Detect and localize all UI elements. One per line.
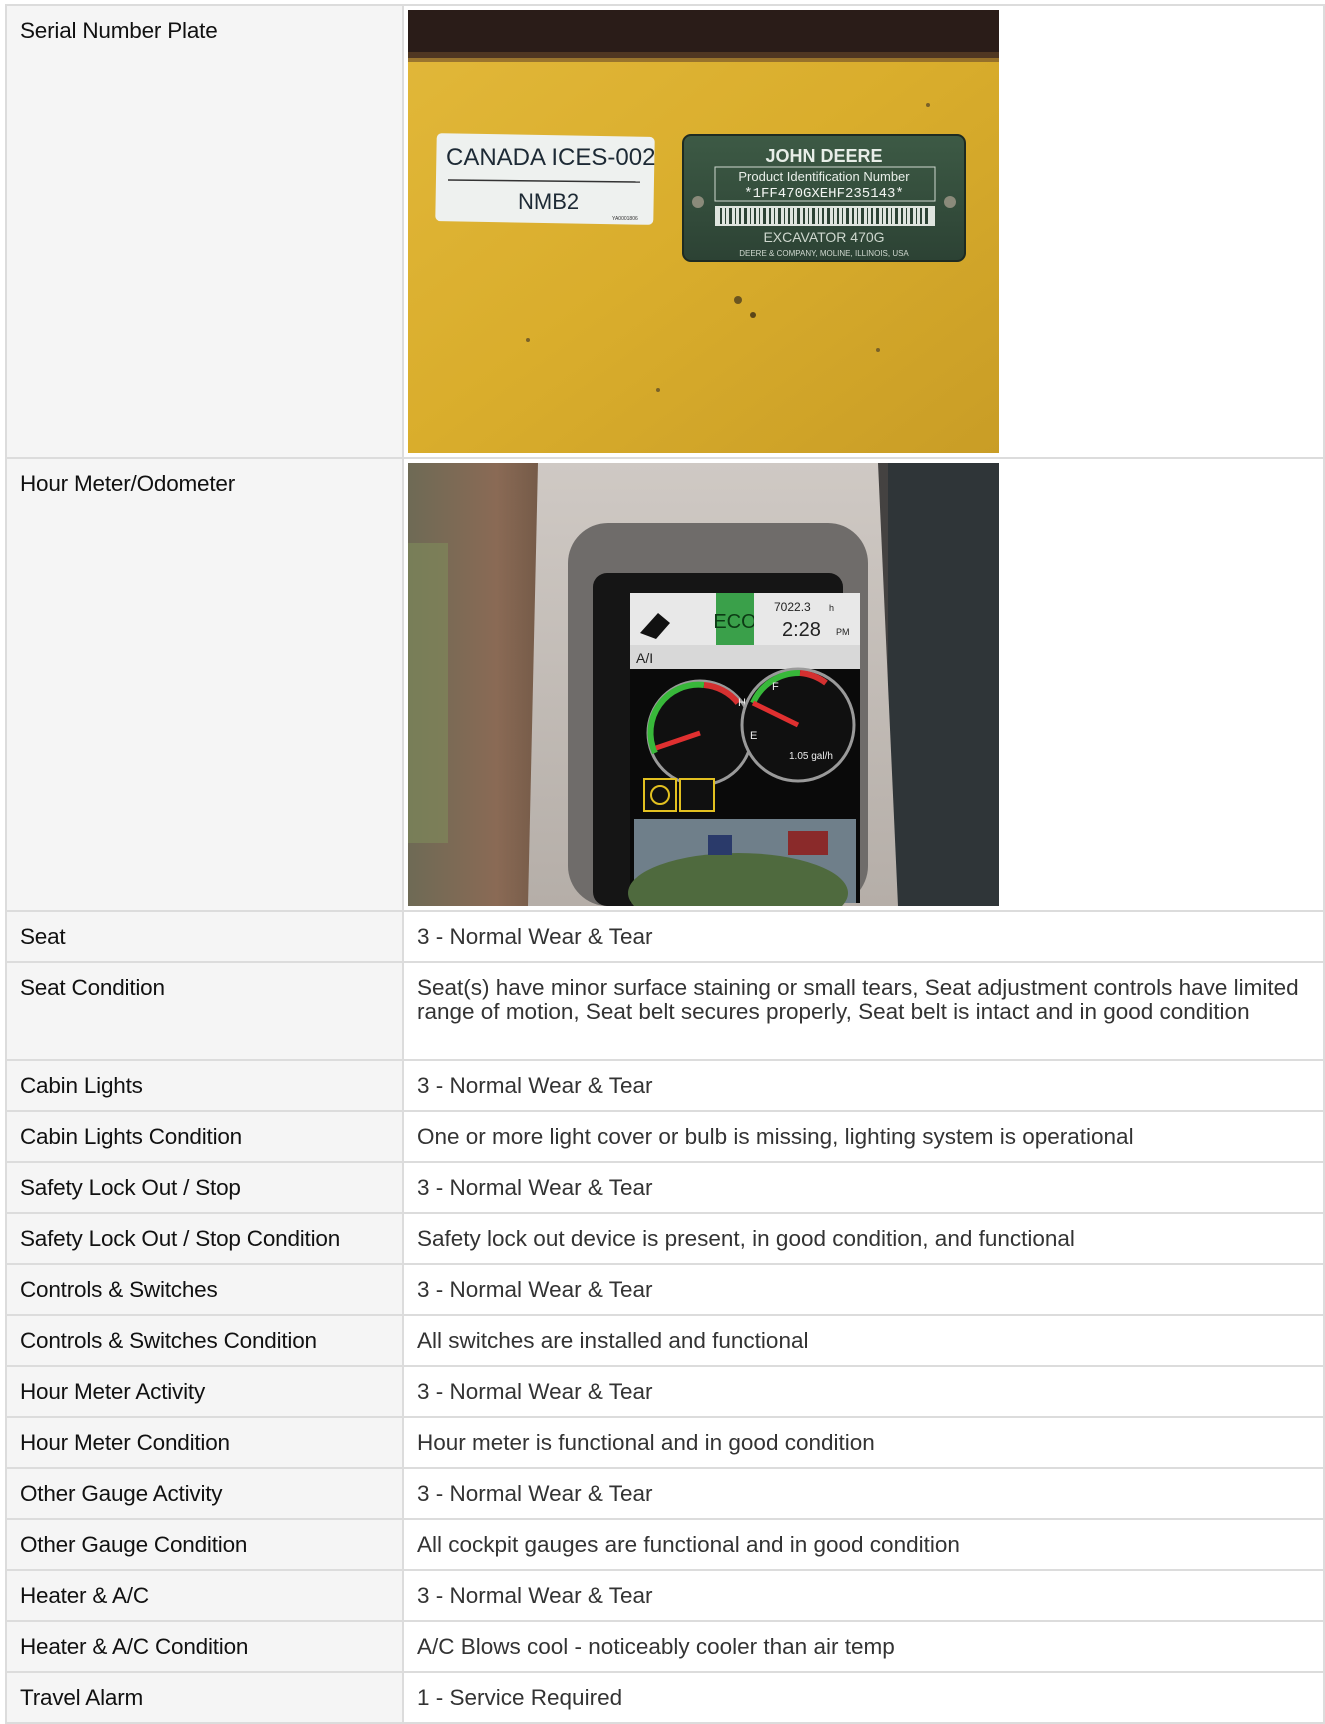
plate-pin: *1FF470GXEHF235143*	[744, 186, 904, 202]
row-label: Heater & A/C	[5, 1569, 404, 1622]
row-value: Hour meter is functional and in good con…	[402, 1416, 1325, 1469]
display-time: 2:28	[782, 619, 821, 641]
table-row: Other Gauge Condition All cockpit gauges…	[5, 1518, 1325, 1571]
row-label: Controls & Switches Condition	[5, 1314, 404, 1367]
row-label: Heater & A/C Condition	[5, 1620, 404, 1673]
table-row: Safety Lock Out / Stop Condition Safety …	[5, 1212, 1325, 1265]
display-mode-left: A/I	[636, 650, 653, 666]
display-fuel-rate: 1.05 gal/h	[789, 751, 833, 762]
gauge-e: E	[750, 730, 757, 742]
gauge-f: F	[772, 681, 779, 693]
row-value: All switches are installed and functiona…	[402, 1314, 1325, 1367]
row-value: A/C Blows cool - noticeably cooler than …	[402, 1620, 1325, 1673]
display-mode: ECO	[713, 611, 756, 633]
inspection-table: Serial Number Plate CANADA ICES-002 NMB2…	[5, 4, 1325, 1724]
warning-icon	[643, 778, 677, 812]
table-row: Controls & Switches Condition All switch…	[5, 1314, 1325, 1367]
table-row: Heater & A/C Condition A/C Blows cool - …	[5, 1620, 1325, 1673]
table-row: Controls & Switches 3 - Normal Wear & Te…	[5, 1263, 1325, 1316]
row-value: 3 - Normal Wear & Tear	[402, 1365, 1325, 1418]
display-hours-unit: h	[829, 603, 834, 613]
row-label: Serial Number Plate	[5, 4, 404, 459]
row-value: 3 - Normal Wear & Tear	[402, 1059, 1325, 1112]
plate-title: Product Identification Number	[738, 169, 910, 184]
table-row: Heater & A/C 3 - Normal Wear & Tear	[5, 1569, 1325, 1622]
plate-maker: DEERE & COMPANY, MOLINE, ILLINOIS, USA	[739, 249, 909, 258]
table-row: Hour Meter Condition Hour meter is funct…	[5, 1416, 1325, 1469]
hour-meter-photo[interactable]: ECO 7022.3 h 2:28 PM A/I H F E 1.05 gal/…	[408, 463, 999, 906]
serial-plate-photo[interactable]: CANADA ICES-002 NMB2 YA0001806 JOHN DEER…	[408, 10, 999, 453]
pin-plate: JOHN DEERE Product Identification Number…	[682, 134, 966, 262]
table-row: Travel Alarm 1 - Service Required	[5, 1671, 1325, 1724]
table-row: Seat 3 - Normal Wear & Tear	[5, 910, 1325, 963]
display-ampm: PM	[836, 627, 850, 637]
row-label: Seat Condition	[5, 961, 404, 1061]
sticker-line2: NMB2	[518, 189, 579, 214]
sticker-code: YA0001806	[612, 216, 638, 222]
table-row: Safety Lock Out / Stop 3 - Normal Wear &…	[5, 1161, 1325, 1214]
table-row: Serial Number Plate CANADA ICES-002 NMB2…	[5, 4, 1325, 459]
row-label: Controls & Switches	[5, 1263, 404, 1316]
ices-sticker: CANADA ICES-002 NMB2 YA0001806	[435, 133, 655, 225]
row-label: Hour Meter Activity	[5, 1365, 404, 1418]
row-label: Seat	[5, 910, 404, 963]
row-label: Cabin Lights Condition	[5, 1110, 404, 1163]
row-value: All cockpit gauges are functional and in…	[402, 1518, 1325, 1571]
row-value: Seat(s) have minor surface staining or s…	[402, 961, 1325, 1061]
row-value: One or more light cover or bulb is missi…	[402, 1110, 1325, 1163]
photo-cell: ECO 7022.3 h 2:28 PM A/I H F E 1.05 gal/…	[402, 457, 1325, 912]
row-value: 1 - Service Required	[402, 1671, 1325, 1724]
table-row: Other Gauge Activity 3 - Normal Wear & T…	[5, 1467, 1325, 1520]
table-row: Seat Condition Seat(s) have minor surfac…	[5, 961, 1325, 1061]
row-value: 3 - Normal Wear & Tear	[402, 1161, 1325, 1214]
table-row: Cabin Lights Condition One or more light…	[5, 1110, 1325, 1163]
row-label: Safety Lock Out / Stop	[5, 1161, 404, 1214]
row-value: 3 - Normal Wear & Tear	[402, 1263, 1325, 1316]
engine-icon	[679, 778, 715, 812]
row-label: Hour Meter/Odometer	[5, 457, 404, 912]
row-value: 3 - Normal Wear & Tear	[402, 1467, 1325, 1520]
plate-brand: JOHN DEERE	[765, 146, 882, 166]
table-row: Hour Meter Activity 3 - Normal Wear & Te…	[5, 1365, 1325, 1418]
row-label: Hour Meter Condition	[5, 1416, 404, 1469]
photo-cell: CANADA ICES-002 NMB2 YA0001806 JOHN DEER…	[402, 4, 1325, 459]
display-screen: ECO 7022.3 h 2:28 PM A/I H F E 1.05 gal/…	[628, 593, 860, 906]
row-label: Travel Alarm	[5, 1671, 404, 1724]
table-row: Hour Meter/Odometer ECO 7022.3 h 2:28 PM…	[5, 457, 1325, 912]
row-label: Safety Lock Out / Stop Condition	[5, 1212, 404, 1265]
plate-model: EXCAVATOR 470G	[763, 229, 884, 245]
display-hours: 7022.3	[774, 600, 811, 614]
row-value: Safety lock out device is present, in go…	[402, 1212, 1325, 1265]
row-value: 3 - Normal Wear & Tear	[402, 910, 1325, 963]
row-label: Other Gauge Activity	[5, 1467, 404, 1520]
table-row: Cabin Lights 3 - Normal Wear & Tear	[5, 1059, 1325, 1112]
row-value: 3 - Normal Wear & Tear	[402, 1569, 1325, 1622]
row-label: Other Gauge Condition	[5, 1518, 404, 1571]
sticker-line1: CANADA ICES-002	[446, 144, 655, 171]
row-label: Cabin Lights	[5, 1059, 404, 1112]
